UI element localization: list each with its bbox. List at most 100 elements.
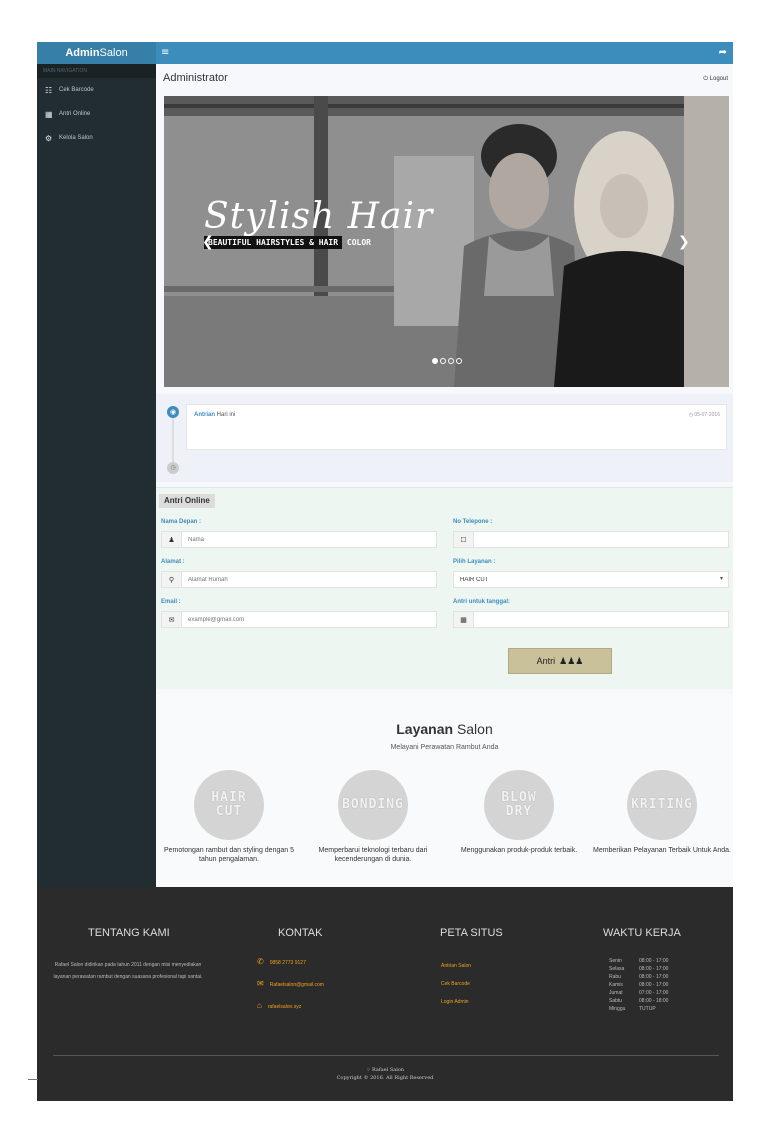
hero-carousel[interactable]: Stylish Hair BEAUTIFUL HAIRSTYLES & HAIR…: [164, 96, 729, 387]
service-badge: HAIR CUT: [194, 770, 264, 840]
hours-row: Selasa 08:00 - 17:00: [609, 965, 668, 973]
calendar-icon: ▦: [45, 109, 53, 119]
service-line1: HAIR: [211, 790, 247, 805]
carousel-dot[interactable]: [456, 358, 462, 364]
page-title: Administrator: [163, 72, 228, 84]
hours-day: Selasa: [609, 966, 625, 972]
timeline-label: Hari ini: [216, 412, 236, 418]
first-name-label: Nama Depan :: [161, 519, 202, 525]
service-label: Pilih Layanan :: [453, 559, 496, 565]
hero-title: Stylish Hair: [204, 196, 434, 237]
sitemap-link-barcode[interactable]: Cek Barcode: [441, 975, 470, 993]
services-subtitle: Melayani Perawatan Rambut Anda: [390, 744, 499, 751]
phone-input[interactable]: [474, 532, 728, 547]
timeline-date-text: 05-07-2016: [694, 412, 720, 418]
hours-row: Senin 08:00 - 17:00: [609, 957, 668, 965]
services-title-bold: Layanan: [396, 721, 454, 737]
user-icon: ♟: [162, 532, 182, 547]
main-content: Administrator ⏻ Logout Stylish Hair BEAU…: [156, 64, 733, 887]
carousel-dot[interactable]: [448, 358, 454, 364]
first-name-input[interactable]: [182, 532, 436, 547]
contact-phone[interactable]: ✆ 0858 2773 9127: [257, 951, 306, 974]
diamond-icon: ♢: [365, 1067, 371, 1073]
timeline-text: Antrian Hari ini: [194, 412, 235, 418]
first-name-group: ♟: [161, 531, 437, 548]
sitemap-link-login[interactable]: Login Admin: [441, 993, 469, 1011]
sidebar-item-antri-online[interactable]: ▦ Antri Online: [37, 102, 156, 126]
sidebar-item-cek-barcode[interactable]: ☷ Cek Barcode: [37, 78, 156, 102]
contact-phone-text: 0858 2773 9127: [269, 960, 306, 966]
carousel-dot[interactable]: [440, 358, 446, 364]
phone-icon: ✆: [257, 957, 264, 966]
chevron-down-icon: ▾: [719, 575, 723, 582]
hours-title: WAKTU KERJA: [603, 927, 681, 939]
queue-form: Antri Online Nama Depan : ♟ No Telepone …: [156, 487, 733, 689]
timeline-highlight[interactable]: Antrian: [194, 412, 215, 418]
timeline: ◉ ◷ Antrian Hari ini ◷ 05-07-2016: [156, 394, 733, 482]
bars-icon[interactable]: ≡: [161, 42, 169, 64]
service-line1: BONDING: [342, 797, 404, 812]
map-marker-icon: ⚲: [162, 572, 182, 587]
about-title: TENTANG KAMI: [88, 927, 170, 939]
carousel-dot[interactable]: [432, 358, 438, 364]
sidebar-item-label: Kelola Salon: [59, 135, 93, 141]
carousel-prev-icon[interactable]: ❮: [202, 234, 214, 250]
hours-day: Sabtu: [609, 998, 623, 1004]
hours-time: TUTUP: [639, 1006, 656, 1012]
address-label: Alamat :: [161, 559, 185, 565]
contact-email-text: Rafaelsalon@gmail.com: [269, 982, 324, 988]
contact-title: KONTAK: [278, 927, 323, 939]
hours-time: 08:00 - 18:00: [639, 998, 669, 1004]
clock-icon: ◷: [167, 462, 179, 474]
services-title-rest: Salon: [456, 721, 493, 737]
email-label: Email :: [161, 599, 181, 605]
people-icon: ♟♟♟: [559, 655, 584, 666]
sidebar-item-label: Cek Barcode: [59, 87, 94, 93]
address-group: ⚲: [161, 571, 437, 588]
service-line1: KRITING: [631, 797, 693, 812]
envelope-icon: ✉: [257, 979, 264, 988]
sidebar-item-label: Antri Online: [59, 111, 91, 117]
service-badge: KRITING: [627, 770, 697, 840]
page-header: Administrator ⏻ Logout: [156, 64, 733, 94]
service-card-kriting: KRITING Memberikan Pelayanan Terbaik Unt…: [591, 770, 733, 855]
contact-address[interactable]: ⌂ rafaelsalon.xyz: [257, 995, 301, 1018]
sidebar-nav-header: MAIN NAVIGATION: [37, 64, 156, 78]
service-select[interactable]: HAIR CUT: [454, 572, 728, 587]
brand-bold: Admin: [65, 47, 100, 59]
date-input[interactable]: [474, 612, 728, 627]
submit-queue-button[interactable]: Antri ♟♟♟: [508, 648, 612, 674]
copyright: ♢ Rafael Salon Copyright © 2016. All Rig…: [37, 1066, 733, 1082]
service-badge: BONDING: [338, 770, 408, 840]
copyright-text: Copyright © 2016. All Right Reserved: [336, 1075, 434, 1081]
share-icon[interactable]: ➦: [719, 42, 727, 64]
sitemap-link-antrian[interactable]: Antrian Salon: [441, 957, 471, 975]
hours-row: Kamis 08:00 - 17:00: [609, 981, 668, 989]
chat-icon: ◉: [167, 406, 179, 418]
power-icon: ⏻: [703, 76, 708, 82]
brand-logo[interactable]: AdminSalon: [37, 42, 156, 64]
carousel-indicators: [432, 358, 462, 364]
email-input[interactable]: [182, 612, 436, 627]
hours-time: 08:00 - 17:00: [639, 958, 669, 964]
service-desc: Pemotongan rambut dan styling dengan 5 t…: [164, 847, 294, 863]
hours-time: 08:00 - 17:00: [639, 982, 669, 988]
hours-day: Rabu: [609, 974, 621, 980]
service-card-bonding: BONDING Memperbarui teknologi terbaru da…: [302, 770, 444, 864]
sidebar-item-kelola-salon[interactable]: ⚙ Kelola Salon: [37, 126, 156, 150]
footer-divider: [53, 1055, 719, 1056]
service-card-haircut: HAIR CUT Pemotongan rambut dan styling de…: [158, 770, 300, 864]
hours-row: Rabu 08:00 - 17:00: [609, 973, 668, 981]
hours-time: 08:00 - 17:00: [639, 966, 669, 972]
envelope-icon: ✉: [162, 612, 182, 627]
hero-subtitle-band: BEAUTIFUL HAIRSTYLES & HAIR: [204, 236, 343, 249]
carousel-next-icon[interactable]: ❯: [678, 234, 690, 250]
form-title: Antri Online: [159, 494, 215, 508]
timeline-line: [172, 418, 174, 462]
logout-button[interactable]: ⏻ Logout: [703, 76, 728, 83]
hours-day: Kamis: [609, 982, 623, 988]
contact-email[interactable]: ✉ Rafaelsalon@gmail.com: [257, 973, 324, 996]
service-line2: CUT: [215, 804, 243, 819]
address-input[interactable]: [182, 572, 436, 587]
hero-subtitle-rest: COLOR: [346, 238, 371, 247]
